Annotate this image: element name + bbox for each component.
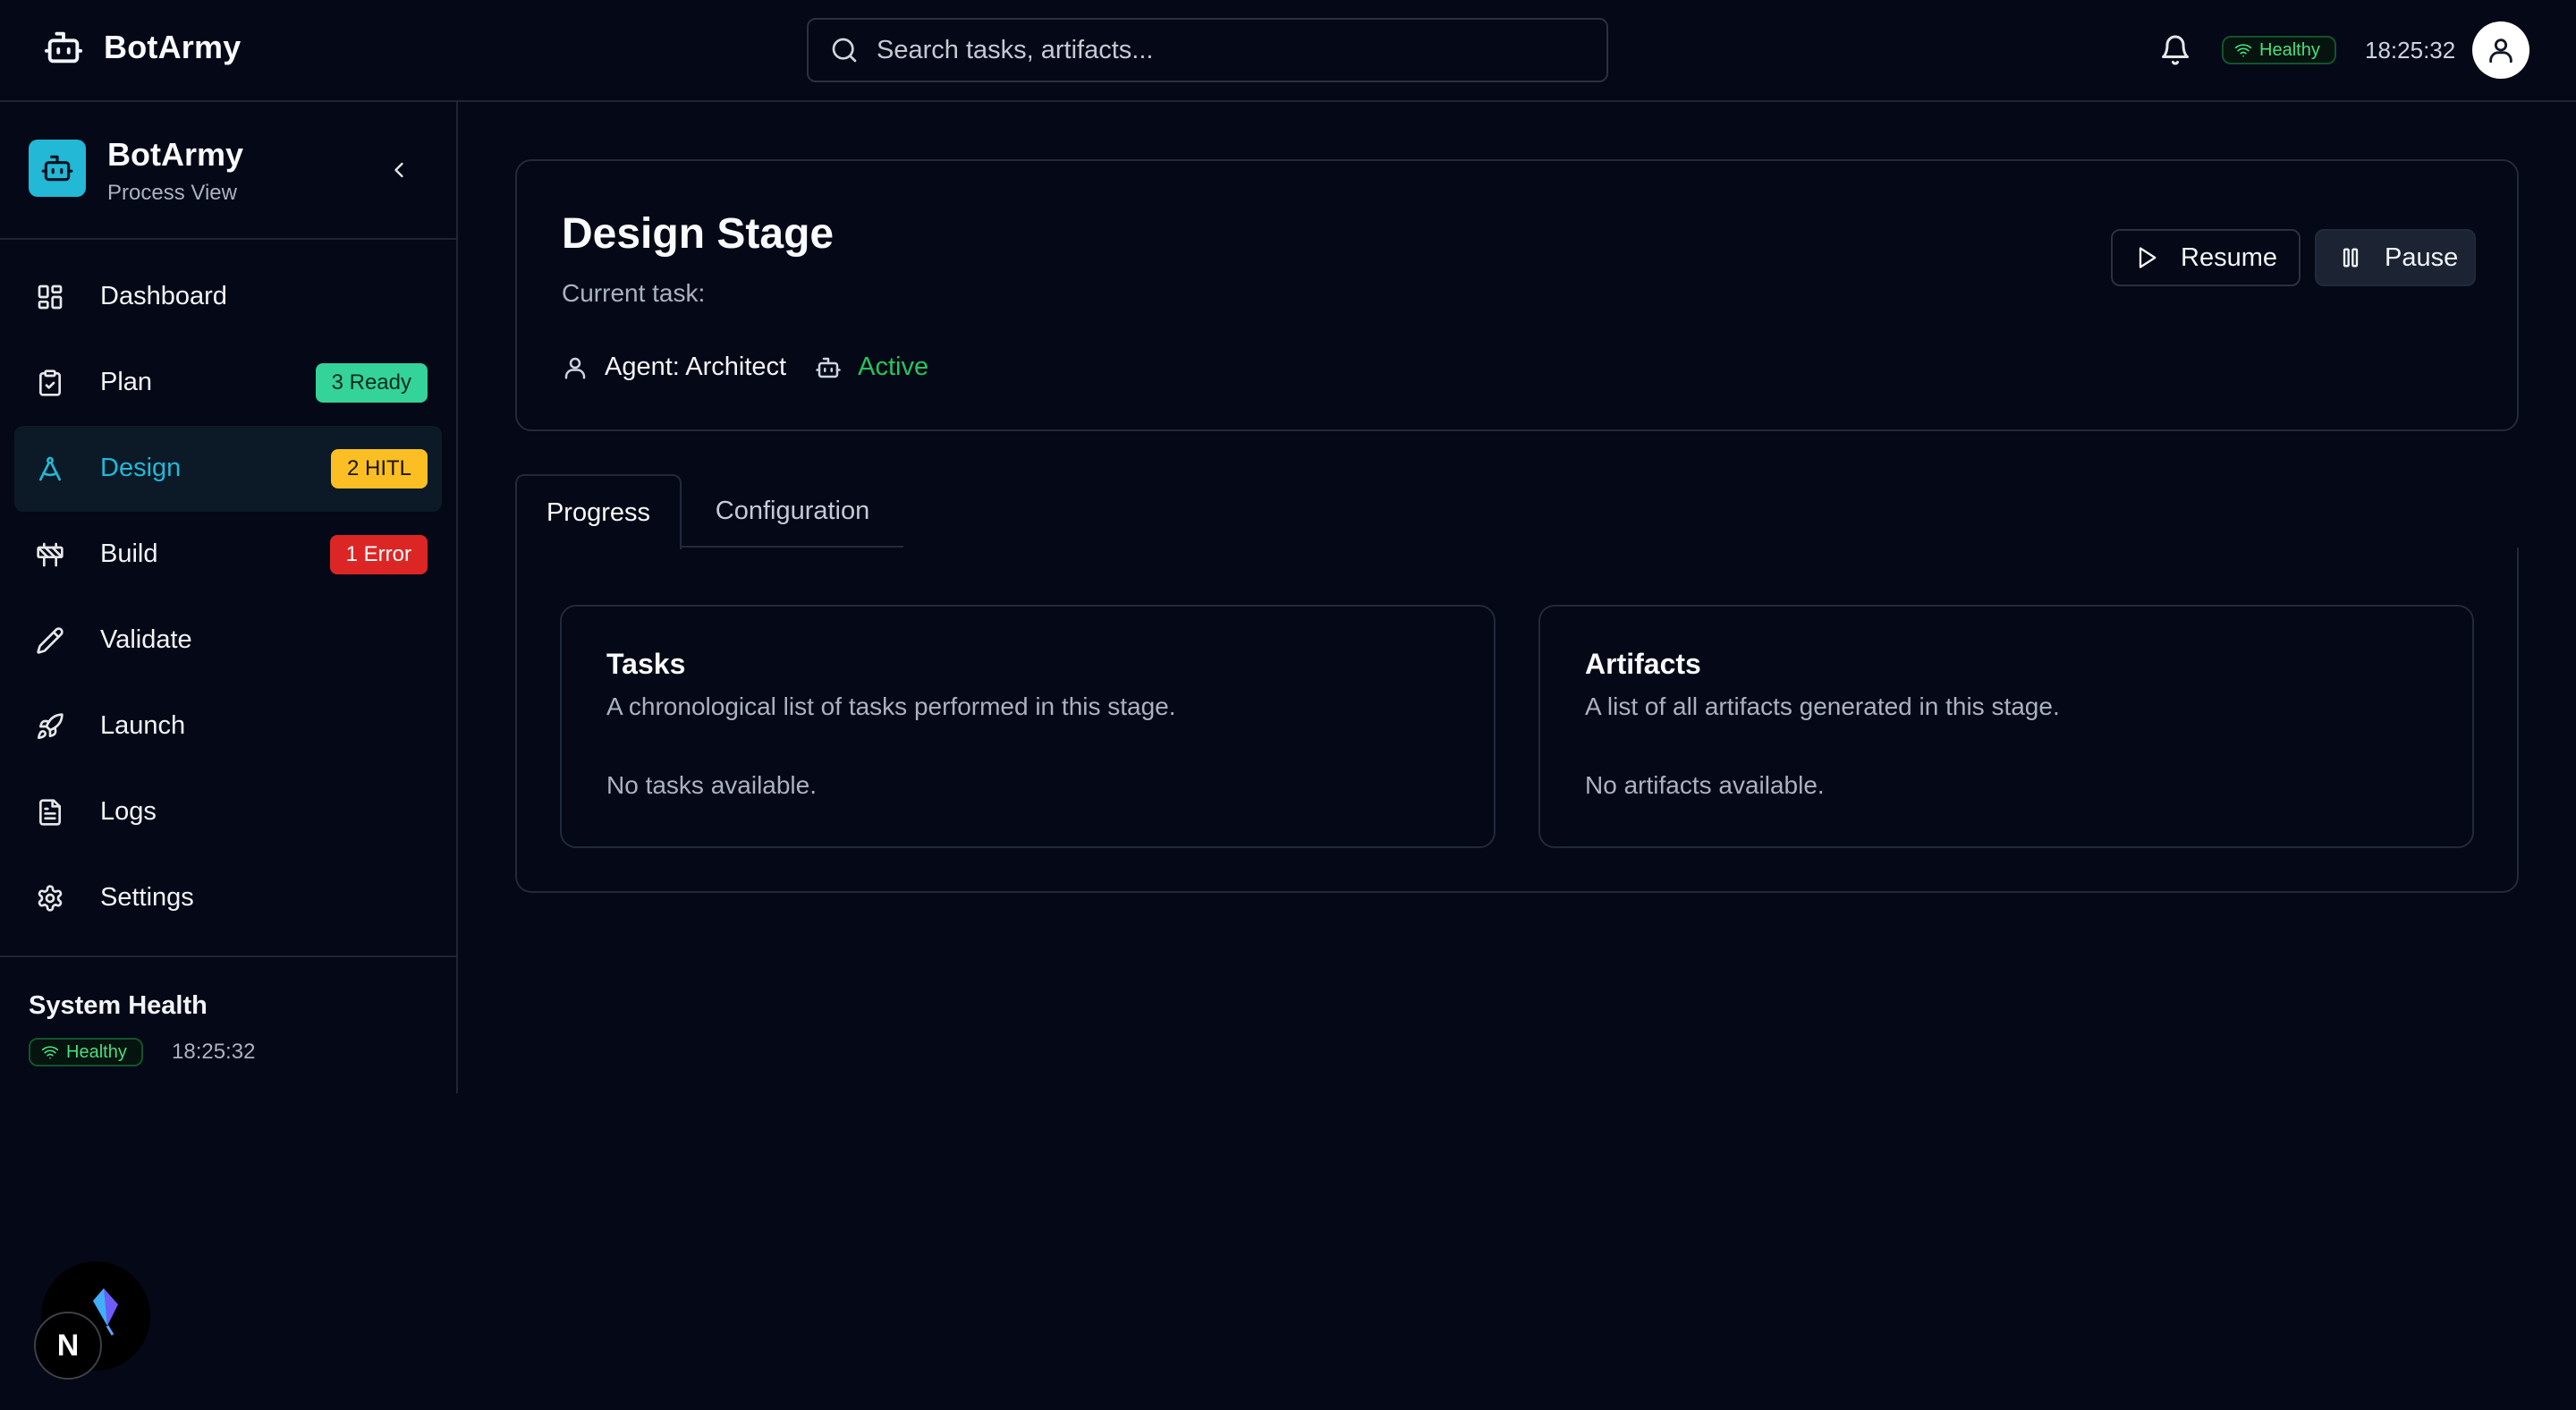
- bot-icon: [815, 354, 842, 381]
- artifacts-card: Artifacts A list of all artifacts genera…: [1538, 605, 2474, 848]
- hitl-badge: 2 HITL: [330, 449, 428, 488]
- stage-meta: Agent: Architect Active: [562, 352, 928, 382]
- tasks-empty-state: No tasks available.: [606, 771, 818, 799]
- health-badge: Healthy: [2222, 36, 2336, 64]
- tasks-description: A chronological list of tasks performed …: [606, 692, 1176, 720]
- pause-button[interactable]: Pause: [2315, 229, 2476, 286]
- status-badge: Active: [858, 352, 929, 381]
- sidebar-item-label: Launch: [100, 711, 186, 740]
- gear-icon: [36, 884, 64, 913]
- artifacts-empty-state: No artifacts available.: [1585, 771, 1825, 799]
- sidebar-item-validate[interactable]: Validate: [14, 598, 442, 684]
- search-box[interactable]: [807, 18, 1608, 82]
- sidebar-item-label: Validate: [100, 625, 192, 654]
- user-avatar[interactable]: [2472, 21, 2529, 79]
- user-icon: [2486, 35, 2516, 65]
- nextjs-dev-button[interactable]: N: [34, 1312, 102, 1380]
- sidebar-item-plan[interactable]: Plan 3 Ready: [14, 340, 442, 426]
- user-icon: [562, 354, 589, 381]
- sidebar-brand: BotArmy Process View: [0, 102, 456, 240]
- sidebar-item-design[interactable]: Design 2 HITL: [14, 426, 442, 512]
- artifacts-description: A list of all artifacts generated in thi…: [1585, 692, 2060, 720]
- sidebar-item-build[interactable]: Build 1 Error: [14, 512, 442, 598]
- sidebar-subtitle: Process View: [107, 181, 237, 205]
- header-brand-title: BotArmy: [104, 29, 242, 65]
- bot-icon: [43, 27, 84, 68]
- agent-label: Agent: Architect: [605, 352, 787, 381]
- search-input[interactable]: [877, 23, 1606, 77]
- resume-label: Resume: [2181, 242, 2277, 272]
- system-health-panel: System Health Healthy 18:25:32: [0, 956, 456, 1093]
- error-badge: 1 Error: [329, 535, 428, 574]
- tab-configuration[interactable]: Configuration: [682, 474, 903, 548]
- wifi-icon: [41, 1043, 59, 1061]
- health-label: Healthy: [66, 1041, 127, 1062]
- dashboard-icon: [36, 283, 64, 311]
- system-health-title: System Health: [29, 991, 208, 1020]
- sidebar-item-settings[interactable]: Settings: [14, 855, 442, 941]
- stage-tabs: Progress Configuration: [515, 474, 903, 549]
- header-clock: 18:25:32: [2365, 37, 2456, 64]
- sidebar-title: BotArmy: [107, 136, 244, 173]
- wifi-icon: [2234, 41, 2252, 59]
- sidebar-item-label: Plan: [100, 368, 153, 396]
- bot-logo-icon: [29, 140, 86, 197]
- tasks-card: Tasks A chronological list of tasks perf…: [560, 605, 1496, 848]
- sidebar-item-launch[interactable]: Launch: [14, 684, 442, 769]
- page-title: Design Stage: [562, 210, 835, 258]
- artifacts-title: Artifacts: [1585, 648, 1701, 680]
- stage-header-card: Design Stage Current task: Agent: Archit…: [515, 159, 2519, 431]
- top-header: BotArmy Healthy 18:25:32: [0, 0, 2576, 102]
- sidebar-item-logs[interactable]: Logs: [14, 769, 442, 855]
- system-health-time: 18:25:32: [172, 1040, 256, 1064]
- pause-icon: [2338, 245, 2363, 270]
- construction-icon: [36, 540, 64, 569]
- bell-icon[interactable]: [2159, 34, 2191, 66]
- sidebar-item-label: Settings: [100, 883, 194, 912]
- tab-progress[interactable]: Progress: [515, 474, 682, 549]
- rocket-icon: [36, 712, 64, 741]
- progress-panel: Tasks A chronological list of tasks perf…: [515, 548, 2519, 893]
- sidebar-nav: Dashboard Plan 3 Ready Design 2 HITL Bui…: [14, 254, 442, 941]
- search-icon: [830, 36, 859, 64]
- chevron-left-icon[interactable]: [386, 157, 411, 183]
- sidebar-item-label: Dashboard: [100, 282, 227, 310]
- sidebar-item-label: Design: [100, 454, 182, 482]
- header-brand[interactable]: BotArmy: [43, 27, 241, 68]
- pencil-icon: [36, 626, 64, 655]
- sidebar-item-label: Logs: [100, 797, 157, 826]
- play-icon: [2134, 245, 2159, 270]
- tasks-title: Tasks: [606, 648, 686, 680]
- clipboard-check-icon: [36, 369, 64, 397]
- health-badge: Healthy: [29, 1038, 143, 1066]
- resume-button[interactable]: Resume: [2111, 229, 2301, 286]
- sidebar-item-dashboard[interactable]: Dashboard: [14, 254, 442, 340]
- sidebar: BotArmy Process View Dashboard Plan 3 Re…: [0, 102, 458, 1093]
- file-text-icon: [36, 798, 64, 827]
- current-task-label: Current task:: [562, 279, 706, 307]
- health-label: Healthy: [2259, 39, 2320, 60]
- sidebar-item-label: Build: [100, 539, 158, 568]
- ready-badge: 3 Ready: [315, 363, 428, 403]
- pause-label: Pause: [2385, 242, 2459, 272]
- compass-icon: [36, 454, 64, 483]
